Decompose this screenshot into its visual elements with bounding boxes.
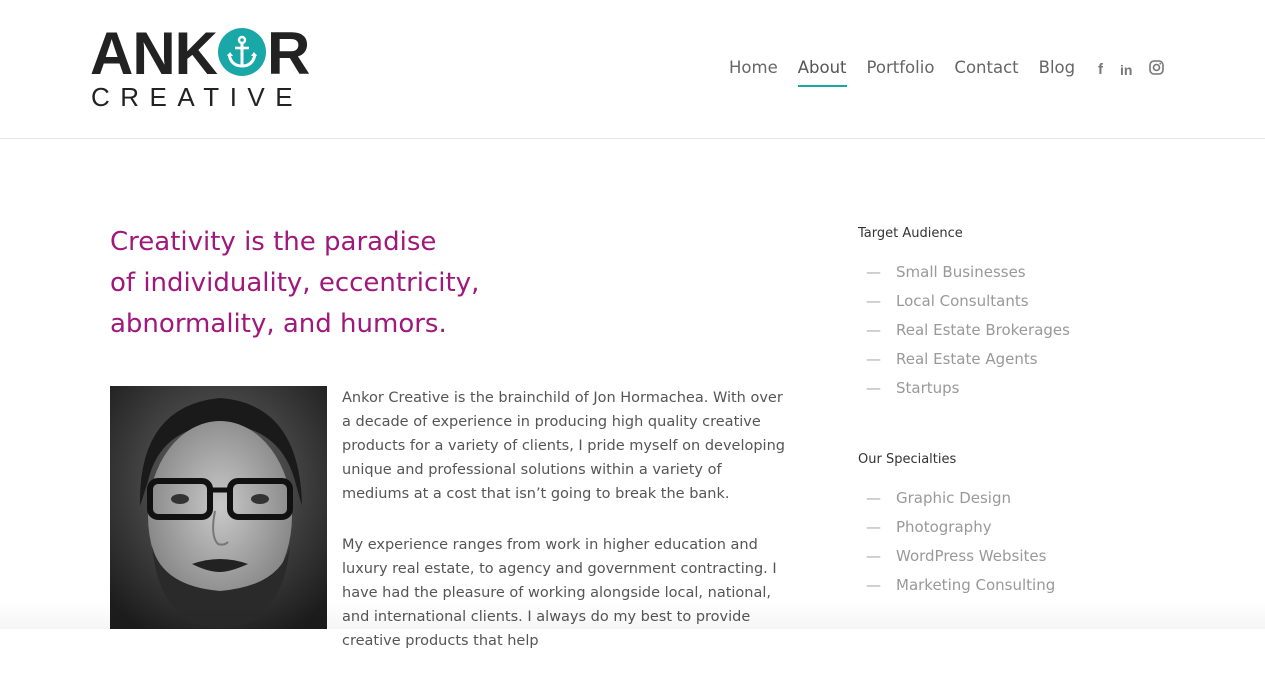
bio-text: Ankor Creative is the brainchild of Jon …: [342, 386, 792, 680]
nav-contact[interactable]: Contact: [954, 57, 1018, 87]
dash-icon: —: [866, 321, 881, 339]
anchor-icon: [218, 28, 266, 76]
list-item: — Real Estate Brokerages: [866, 316, 1070, 345]
dash-icon: —: [866, 379, 881, 397]
list-item: — Photography: [866, 513, 1055, 542]
dash-icon: —: [866, 263, 881, 281]
bio-paragraph: My experience ranges from work in higher…: [342, 537, 777, 649]
specialties-title: Our Specialties: [858, 452, 957, 467]
list-item: — Small Businesses: [866, 258, 1070, 287]
list-item: — Real Estate Agents: [866, 345, 1070, 374]
specialties-list: — Graphic Design — Photography — WordPress …: [866, 484, 1055, 600]
nav-portfolio[interactable]: Portfolio: [867, 57, 935, 87]
logo-wordmark: ANK R: [90, 20, 310, 87]
nav-home[interactable]: Home: [729, 57, 778, 87]
social-links: f in: [1098, 60, 1165, 80]
nav-about[interactable]: About: [797, 57, 847, 87]
main-nav: Home About Portfolio Contact Blog: [729, 57, 1075, 87]
bio-paragraph: Ankor Creative is the brainchild of Jon …: [342, 390, 785, 502]
quote-line: abnormality, and humors.: [110, 309, 447, 339]
facebook-icon[interactable]: f: [1098, 61, 1103, 79]
dash-icon: —: [866, 350, 881, 368]
dash-icon: —: [866, 292, 881, 310]
nav-blog[interactable]: Blog: [1039, 57, 1075, 87]
dash-icon: —: [866, 547, 881, 565]
portrait-photo: [110, 386, 327, 629]
list-item: — Local Consultants: [866, 287, 1070, 316]
list-item: — Marketing Consulting: [866, 571, 1055, 600]
ankor-creative-logo[interactable]: ANK R CREATIVE: [90, 20, 320, 112]
about-quote: Creativity is the paradise of individual…: [110, 222, 710, 345]
dash-icon: —: [866, 576, 881, 594]
site-header: ANK R CREATIVE Home About Portfolio Conta…: [0, 0, 1265, 139]
target-audience-list: — Small Businesses — Local Consultants — Re…: [866, 258, 1070, 403]
dash-icon: —: [866, 489, 881, 507]
target-audience-title: Target Audience: [858, 226, 963, 241]
list-item: — WordPress Websites: [866, 542, 1055, 571]
quote-line: of individuality, eccentricity,: [110, 268, 480, 298]
linkedin-icon[interactable]: in: [1120, 61, 1132, 79]
dash-icon: —: [866, 518, 881, 536]
list-item: — Startups: [866, 374, 1070, 403]
logo-subtitle: CREATIVE: [91, 82, 304, 112]
list-item: — Graphic Design: [866, 484, 1055, 513]
quote-line: Creativity is the paradise: [110, 227, 437, 257]
instagram-icon[interactable]: [1149, 60, 1165, 80]
